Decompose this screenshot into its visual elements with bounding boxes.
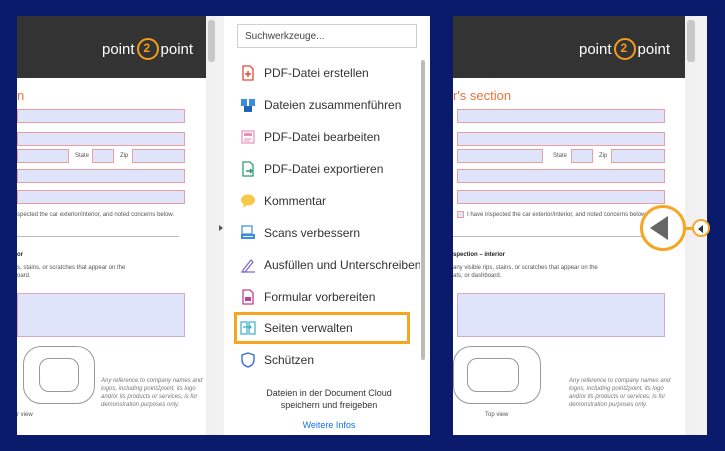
- tool-label: Ausfüllen und Unterschreiben: [264, 258, 422, 272]
- disclaimer-line-4: demonstration purposes only.: [569, 402, 648, 408]
- logo-badge-icon: [613, 38, 636, 60]
- form-field[interactable]: [457, 132, 665, 146]
- combine-files-icon: [241, 99, 255, 112]
- form-field[interactable]: [17, 132, 185, 146]
- document-scrollbar-thumb[interactable]: [687, 20, 695, 62]
- tool-label: PDF-Datei exportieren: [264, 162, 384, 176]
- expand-panel-arrow-icon: [698, 225, 703, 233]
- zip-label: Zip: [599, 153, 608, 159]
- tools-scrollbar-thumb[interactable]: [421, 60, 425, 360]
- form-field[interactable]: [457, 190, 665, 204]
- organize-pages-highlight: [234, 312, 410, 344]
- notes-field[interactable]: [17, 293, 185, 337]
- point2point-logo: pointpoint: [579, 38, 670, 60]
- tool-edit-pdf[interactable]: PDF-Datei bearbeiten: [240, 126, 380, 148]
- inspection-heading: spection – interior: [453, 252, 506, 258]
- divider: [453, 236, 649, 237]
- car-diagram-inner: [39, 358, 79, 392]
- zip-field[interactable]: [611, 149, 665, 163]
- tool-export-pdf[interactable]: PDF-Datei exportieren: [240, 158, 383, 180]
- state-label: State: [553, 153, 568, 159]
- form-field[interactable]: [17, 149, 69, 163]
- form-field[interactable]: [457, 169, 665, 183]
- inspected-text: I have inspected the car exterior/interi…: [467, 212, 647, 218]
- view-label: r view: [17, 412, 33, 418]
- tool-create-pdf[interactable]: PDF-Datei erstellen: [240, 62, 369, 84]
- learn-more-link[interactable]: Weitere Infos: [244, 420, 414, 430]
- document-scrollbar-thumb[interactable]: [208, 20, 215, 62]
- form-field[interactable]: [17, 169, 185, 183]
- tool-combine-files[interactable]: Dateien zusammenführen: [240, 94, 401, 116]
- view-label: Top view: [485, 412, 509, 418]
- search-placeholder: Suchwerkzeuge...: [245, 31, 325, 42]
- point2point-logo: pointpoint: [102, 38, 193, 60]
- document-cloud-text-2: speichern und freigeben: [280, 400, 378, 410]
- expand-panel-button[interactable]: [692, 219, 710, 237]
- car-diagram-inner: [467, 358, 519, 392]
- inspected-checkbox[interactable]: [457, 211, 464, 218]
- tool-label: PDF-Datei erstellen: [264, 66, 369, 80]
- state-field[interactable]: [92, 149, 114, 163]
- state-label: State: [75, 153, 90, 159]
- form-field[interactable]: [17, 190, 185, 204]
- tool-label: Schützen: [264, 353, 315, 367]
- left-document-pane[interactable]: pointpoint n State Zip spected the car e…: [17, 16, 217, 435]
- tools-panel: Suchwerkzeuge... PDF-Datei erstellen Dat…: [224, 16, 430, 435]
- tool-label: PDF-Datei bearbeiten: [264, 130, 381, 144]
- state-field[interactable]: [571, 149, 593, 163]
- zip-label: Zip: [120, 153, 129, 159]
- collapse-panel-arrow-icon[interactable]: [219, 225, 223, 231]
- disclaimer-line-1: Any reference to company names and: [101, 378, 203, 384]
- zip-field[interactable]: [132, 149, 185, 163]
- disclaimer-line-2: logos, including point2point, its logo: [101, 386, 196, 392]
- inspection-heading: or: [17, 252, 23, 258]
- prepare-form-icon: [242, 289, 254, 305]
- document-scrollbar-track[interactable]: [206, 16, 217, 435]
- tool-prepare-form[interactable]: Formular vorbereiten: [240, 286, 375, 308]
- search-tools-input[interactable]: Suchwerkzeuge...: [237, 24, 417, 48]
- section-title: n: [17, 88, 25, 103]
- inspection-text-2: oard.: [17, 273, 31, 279]
- notes-field[interactable]: [457, 293, 665, 337]
- export-pdf-icon: [242, 161, 254, 177]
- tool-fill-sign[interactable]: Ausfüllen und Unterschreiben: [240, 254, 421, 276]
- tool-comment[interactable]: Kommentar: [240, 190, 326, 212]
- protect-icon: [241, 352, 255, 368]
- form-field[interactable]: [457, 149, 543, 163]
- form-field[interactable]: [457, 109, 665, 123]
- tool-label: Formular vorbereiten: [264, 290, 376, 304]
- tool-label: Scans verbessern: [264, 226, 361, 240]
- disclaimer-line-1: Any reference to company names and: [569, 378, 671, 384]
- create-pdf-icon: [242, 65, 254, 81]
- inspection-text-1: any visible rips, stains, or scratches t…: [453, 265, 598, 271]
- tool-label: Dateien zusammenführen: [264, 98, 402, 112]
- inspection-text-1: s, stains, or scratches that appear on t…: [17, 265, 126, 271]
- disclaimer-line-4: demonstration purposes only.: [101, 402, 180, 408]
- disclaimer-line-3: and/or its products or services, is for: [101, 394, 198, 400]
- document-cloud-text-1: Dateien in der Document Cloud: [266, 388, 392, 398]
- edit-pdf-icon: [241, 130, 255, 144]
- comment-icon: [241, 194, 255, 208]
- logo-badge-icon: [136, 38, 159, 60]
- tool-enhance-scans[interactable]: Scans verbessern: [240, 222, 360, 244]
- divider: [17, 236, 179, 237]
- disclaimer-line-2: logos, including point2point, its logo: [569, 386, 664, 392]
- tool-protect[interactable]: Schützen: [240, 349, 314, 371]
- inspected-text: spected the car exterior/interior, and n…: [17, 212, 175, 218]
- tool-label: Kommentar: [264, 194, 327, 208]
- disclaimer-line-3: and/or its products or services, is for: [569, 394, 666, 400]
- expand-panel-callout[interactable]: [640, 205, 686, 251]
- enhance-scans-icon: [241, 225, 255, 239]
- inspection-text-2: ats, or dashboard.: [453, 273, 502, 279]
- expand-panel-large-arrow-icon: [650, 216, 668, 240]
- fill-sign-icon: [241, 259, 255, 273]
- form-field[interactable]: [17, 109, 185, 123]
- section-title: r's section: [453, 88, 512, 103]
